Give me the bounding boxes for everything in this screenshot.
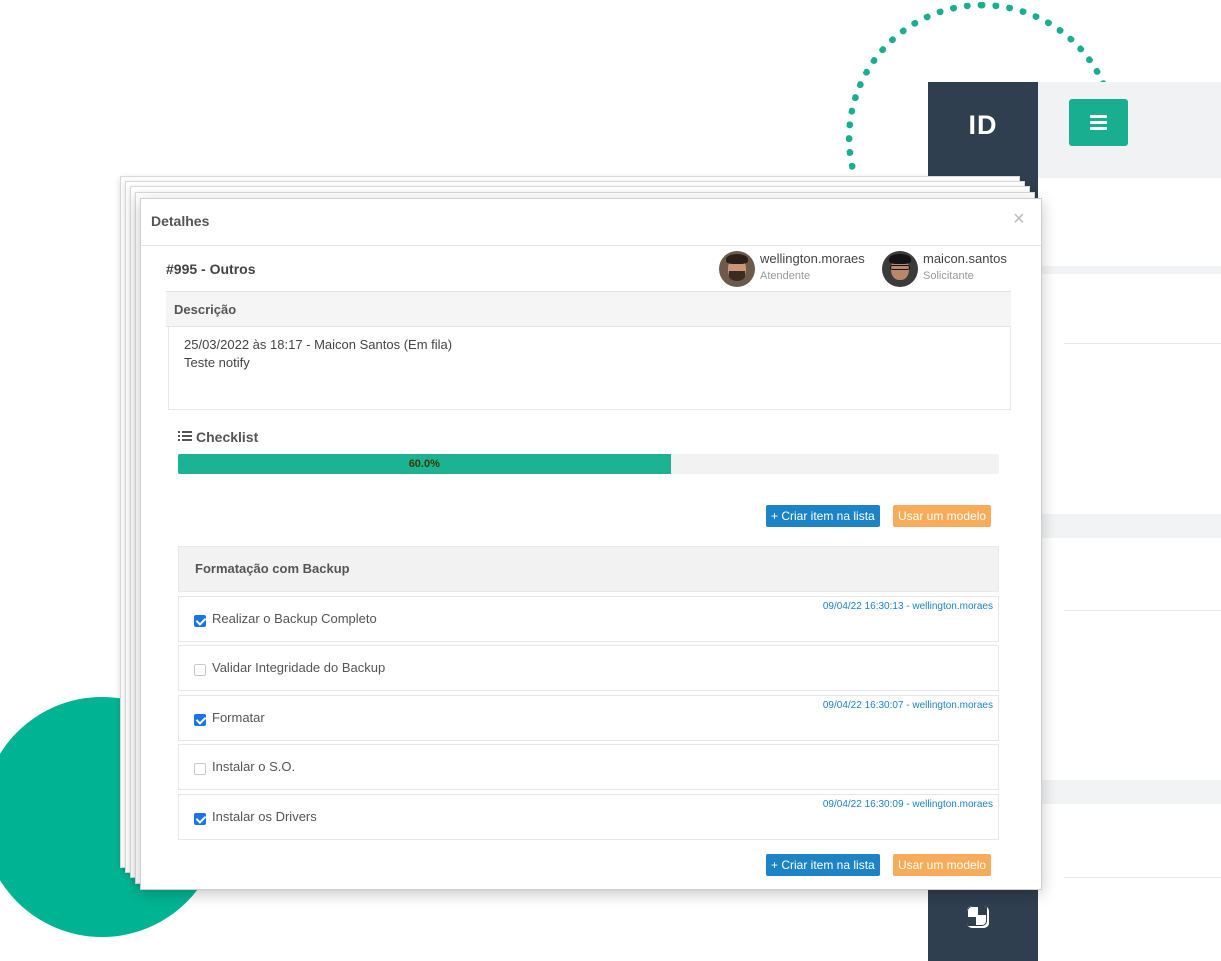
dashboard-icon[interactable] [967,906,989,928]
user-name: maicon.santos [923,251,1007,266]
modal-title: Detalhes [151,213,210,229]
app-divider [1038,780,1221,804]
checkbox[interactable] [194,763,206,775]
description-header: Descrição [166,291,1011,327]
app-divider [1064,877,1221,878]
checklist-item-label: Realizar o Backup Completo [212,611,377,626]
checklist-item: Instalar os Drivers 09/04/22 16:30:09 - … [178,794,999,840]
checklist-group-header: Formatação com Backup [178,546,999,592]
checklist-item-meta: 09/04/22 16:30:09 - wellington.moraes [822,799,993,810]
user-role: Solicitante [923,270,974,282]
create-item-button[interactable]: + Criar item na lista [766,505,880,527]
checkbox[interactable] [194,714,206,726]
description-entry-header: 25/03/2022 às 18:17 - Maicon Santos (Em … [184,337,453,352]
use-template-button[interactable]: Usar um modelo [893,854,992,876]
ticket-title: #995 - Outros [166,261,256,277]
use-template-button[interactable]: Usar um modelo [893,505,992,527]
progress-fill: 60.0% [178,454,671,474]
description-text: Teste notify [184,355,250,370]
user-name: wellington.moraes [760,251,865,266]
app-divider [1064,343,1221,344]
close-icon[interactable]: × [1013,209,1025,229]
checklist-item-label: Formatar [212,710,265,725]
checklist-title: Checklist [196,429,259,445]
description-label: Descrição [174,302,237,317]
modal-header: Detalhes × [141,199,1041,246]
app-divider [1038,266,1221,274]
checklist-progress-bar: 60.0% [178,454,999,474]
checkbox[interactable] [194,813,206,825]
app-topbar [1038,82,1221,178]
avatar [719,251,755,287]
description-box: 25/03/2022 às 18:17 - Maicon Santos (Em … [168,327,1011,410]
checklist-item-label: Validar Integridade do Backup [212,660,386,675]
app-divider [1038,514,1221,538]
user-role: Atendente [760,270,811,282]
app-divider [1064,610,1221,611]
checklist-item-meta: 09/04/22 16:30:07 - wellington.moraes [822,700,993,711]
checklist-heading: Checklist [178,429,258,445]
create-item-button[interactable]: + Criar item na lista [766,854,880,876]
checklist-item-label: Instalar o S.O. [212,759,296,774]
checklist-item: Formatar 09/04/22 16:30:07 - wellington.… [178,695,999,741]
checkbox[interactable] [194,664,206,676]
checklist-item: Realizar o Backup Completo 09/04/22 16:3… [178,596,999,642]
checkbox[interactable] [194,615,206,627]
menu-toggle-button[interactable] [1069,99,1128,146]
details-modal: Detalhes × #995 - Outros wellington.mora… [140,198,1042,890]
checklist-item: Instalar o S.O. [178,744,999,790]
app-main-area [1038,82,1221,961]
checklist-item-label: Instalar os Drivers [212,809,317,824]
avatar [882,251,918,287]
checklist-item-meta: 09/04/22 16:30:13 - wellington.moraes [822,601,993,612]
checklist-group-title: Formatação com Backup [195,561,350,576]
app-logo: ID [968,110,998,140]
list-icon [178,431,192,442]
checklist-item: Validar Integridade do Backup [178,645,999,691]
